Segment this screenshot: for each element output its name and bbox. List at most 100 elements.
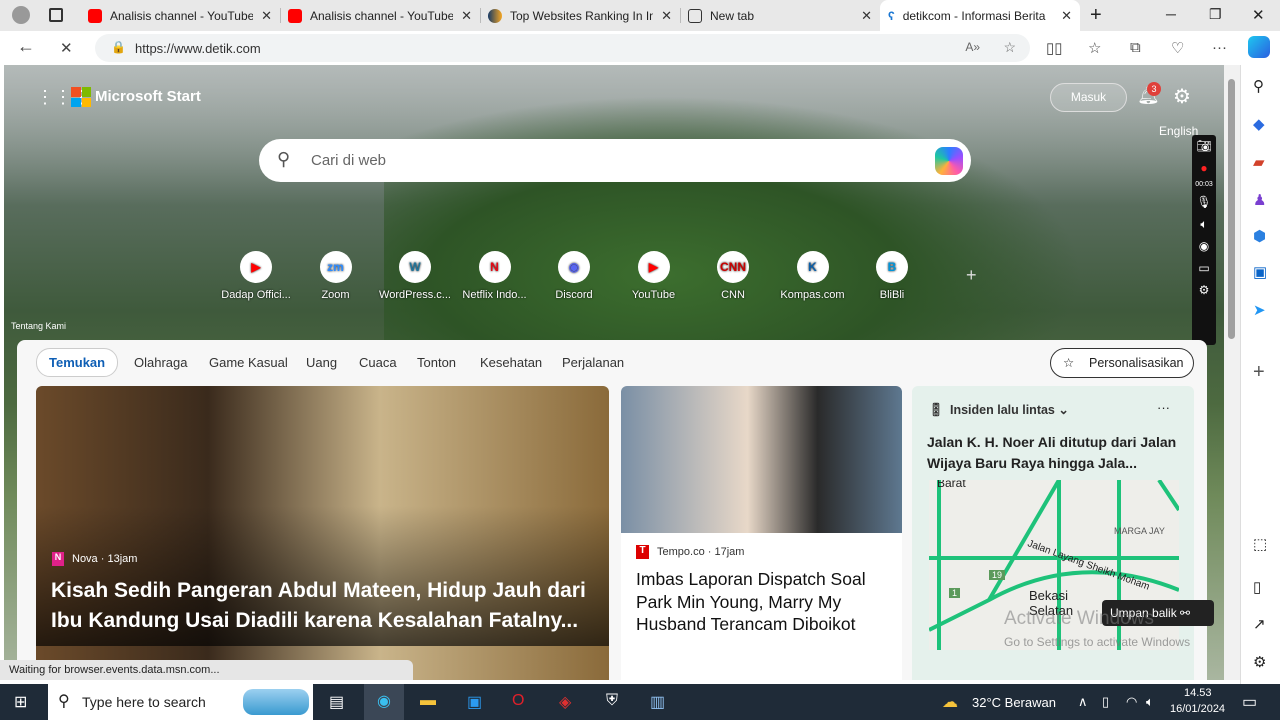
scrollbar[interactable] [1224, 65, 1240, 680]
outlook-icon[interactable]: ▣ [1253, 263, 1267, 281]
copilot-icon[interactable] [935, 147, 963, 175]
close-tab-icon[interactable]: ✕ [661, 8, 672, 24]
window-icon[interactable]: ▭ [1192, 257, 1216, 279]
device-icon[interactable]: ▯ [1102, 694, 1109, 710]
notification-center-icon[interactable]: ▭ [1242, 692, 1257, 712]
close-tab-icon[interactable]: ✕ [1061, 8, 1072, 24]
more-options-icon[interactable]: ··· [1157, 400, 1170, 415]
tab[interactable]: Analisis channel - YouTube S ✕ [280, 0, 480, 31]
webcam-icon[interactable]: ◉ [1192, 235, 1216, 257]
traffic-title[interactable]: Jalan K. H. Noer Ali ditutup dari Jalan … [927, 432, 1182, 474]
speaker-icon[interactable]: 🔈︎ [1192, 213, 1216, 235]
browser-essentials-icon[interactable]: ♡ [1171, 39, 1184, 57]
camera-icon[interactable]: 📷︎ [1192, 135, 1216, 157]
weather-text[interactable]: 32°C Berawan [972, 695, 1056, 710]
m365-icon[interactable]: ⬢ [1253, 227, 1266, 245]
lock-icon[interactable]: 🔒 [111, 40, 126, 54]
feed-tab[interactable]: Olahraga [134, 355, 187, 370]
quick-link[interactable]: ▶ YouTube [614, 251, 694, 301]
remote-desktop-icon[interactable]: ▥ [650, 692, 665, 712]
quick-link[interactable]: N Netflix Indo... [455, 251, 535, 301]
quick-link[interactable]: W WordPress.c... [375, 251, 455, 301]
read-aloud-icon[interactable]: A» [965, 40, 980, 54]
back-icon[interactable]: ← [17, 36, 35, 57]
security-shield-icon[interactable]: ⛨ [606, 692, 618, 710]
microphone-icon[interactable]: 🎙︎ [1192, 191, 1216, 213]
store-icon[interactable]: ▣ [467, 692, 482, 712]
tab[interactable]: Top Websites Ranking In Ind ✕ [480, 0, 680, 31]
article-title[interactable]: Kisah Sedih Pangeran Abdul Mateen, Hidup… [51, 576, 601, 636]
sign-in-button[interactable]: Masuk [1050, 83, 1127, 112]
scrollbar-thumb[interactable] [1228, 79, 1235, 339]
tab-actions-icon[interactable] [49, 8, 63, 22]
edge-taskbar-icon[interactable]: ◉ [364, 684, 404, 720]
opera-icon[interactable]: O [512, 692, 524, 710]
stop-loading-icon[interactable]: ✕ [60, 39, 73, 57]
record-icon[interactable]: ● [1192, 157, 1216, 179]
quick-link[interactable]: ▶ Dadap Offici... [216, 251, 296, 301]
games-icon[interactable]: ♟ [1253, 191, 1266, 209]
tab-active[interactable]: ʕ detikcom - Informasi Berita ✕ [880, 0, 1080, 31]
windows-start-icon[interactable]: ⊞ [14, 692, 27, 712]
task-view-icon[interactable]: ▤ [329, 692, 344, 712]
tab[interactable]: Analisis channel - YouTube S ✕ [80, 0, 280, 31]
quick-link[interactable]: B BliBli [852, 251, 932, 301]
add-sidebar-app-icon[interactable]: + [1253, 361, 1265, 384]
weather-icon[interactable]: ☁ [942, 692, 958, 712]
quick-link[interactable]: CNN CNN [693, 251, 773, 301]
tab[interactable]: New tab ✕ [680, 0, 880, 31]
close-tab-icon[interactable]: ✕ [261, 8, 272, 24]
clock-time[interactable]: 14.53 [1184, 687, 1212, 699]
brand-title[interactable]: Microsoft Start [95, 88, 201, 105]
feed-tab[interactable]: Tonton [417, 355, 456, 370]
search-icon[interactable]: ⚲ [1253, 77, 1264, 95]
close-tab-icon[interactable]: ✕ [461, 8, 472, 24]
sidebar-settings-icon[interactable]: ⚙ [1253, 653, 1266, 671]
clock-date[interactable]: 16/01/2024 [1170, 703, 1225, 715]
quick-link[interactable]: zm Zoom [296, 251, 376, 301]
feed-tab[interactable]: Perjalanan [562, 355, 624, 370]
shopping-tag-icon[interactable]: ◆ [1253, 115, 1265, 133]
file-explorer-icon[interactable]: ▬ [420, 692, 436, 710]
new-tab-button[interactable]: + [1090, 4, 1102, 27]
recorder-settings-icon[interactable]: ⚙ [1192, 279, 1216, 301]
news-card[interactable]: T Tempo.co · 17jam Imbas Laporan Dispatch… [621, 386, 902, 680]
recorder-app-icon[interactable]: ◈ [559, 692, 571, 712]
close-tab-icon[interactable]: ✕ [861, 8, 872, 24]
address-field[interactable]: 🔒 https://www.detik.com ☆ A» [95, 34, 1030, 62]
taskbar-search-box[interactable]: ⚲ Type here to search [48, 684, 313, 720]
add-shortcut-icon[interactable]: + [966, 265, 977, 286]
restore-button[interactable]: ❐ [1209, 6, 1222, 23]
minimize-button[interactable]: ─ [1166, 6, 1176, 22]
volume-icon[interactable]: 🔈︎ [1146, 694, 1154, 710]
copilot-icon[interactable] [1248, 36, 1270, 58]
open-external-icon[interactable]: ↗ [1253, 615, 1266, 633]
favorite-star-icon[interactable]: ☆ [1003, 39, 1016, 56]
feed-tab[interactable]: Uang [306, 355, 337, 370]
main-news-card[interactable]: N Nova · 13jam Kisah Sedih Pangeran Abdul… [36, 386, 609, 680]
quick-link[interactable]: ◉ Discord [534, 251, 614, 301]
feed-tab[interactable]: Kesehatan [480, 355, 542, 370]
close-window-button[interactable]: ✕ [1252, 6, 1265, 24]
feed-tab[interactable]: Cuaca [359, 355, 397, 370]
article-title[interactable]: Imbas Laporan Dispatch Soal Park Min You… [636, 568, 896, 636]
wifi-icon[interactable]: ◠ [1126, 694, 1137, 710]
hide-sidebar-icon[interactable]: ▯ [1253, 578, 1261, 596]
feed-tab[interactable]: Game Kasual [209, 355, 288, 370]
favorites-icon[interactable]: ☆ [1088, 39, 1101, 57]
personalize-button[interactable]: ☆ Personalisasikan [1050, 348, 1194, 378]
profile-avatar[interactable] [12, 6, 30, 24]
tools-icon[interactable]: ▰ [1253, 153, 1265, 171]
screenshot-icon[interactable]: ⬚ [1253, 535, 1267, 553]
show-hidden-icons[interactable]: ∧ [1078, 694, 1088, 710]
feed-tab-temukan[interactable]: Temukan [36, 348, 119, 377]
settings-gear-icon[interactable]: ⚙ [1173, 84, 1191, 109]
telegram-icon[interactable]: ➤ [1253, 301, 1266, 319]
collections-icon[interactable]: ⧉ [1130, 39, 1141, 56]
web-search-input[interactable]: ⚲ Cari di web [259, 139, 971, 182]
more-menu-icon[interactable]: ··· [1212, 39, 1227, 56]
about-link[interactable]: Tentang Kami [11, 321, 66, 331]
traffic-header-dropdown[interactable]: Insiden lalu lintas ⌄ [950, 402, 1069, 417]
split-screen-icon[interactable]: ▯▯ [1046, 39, 1063, 57]
quick-link[interactable]: K Kompas.com [773, 251, 853, 301]
